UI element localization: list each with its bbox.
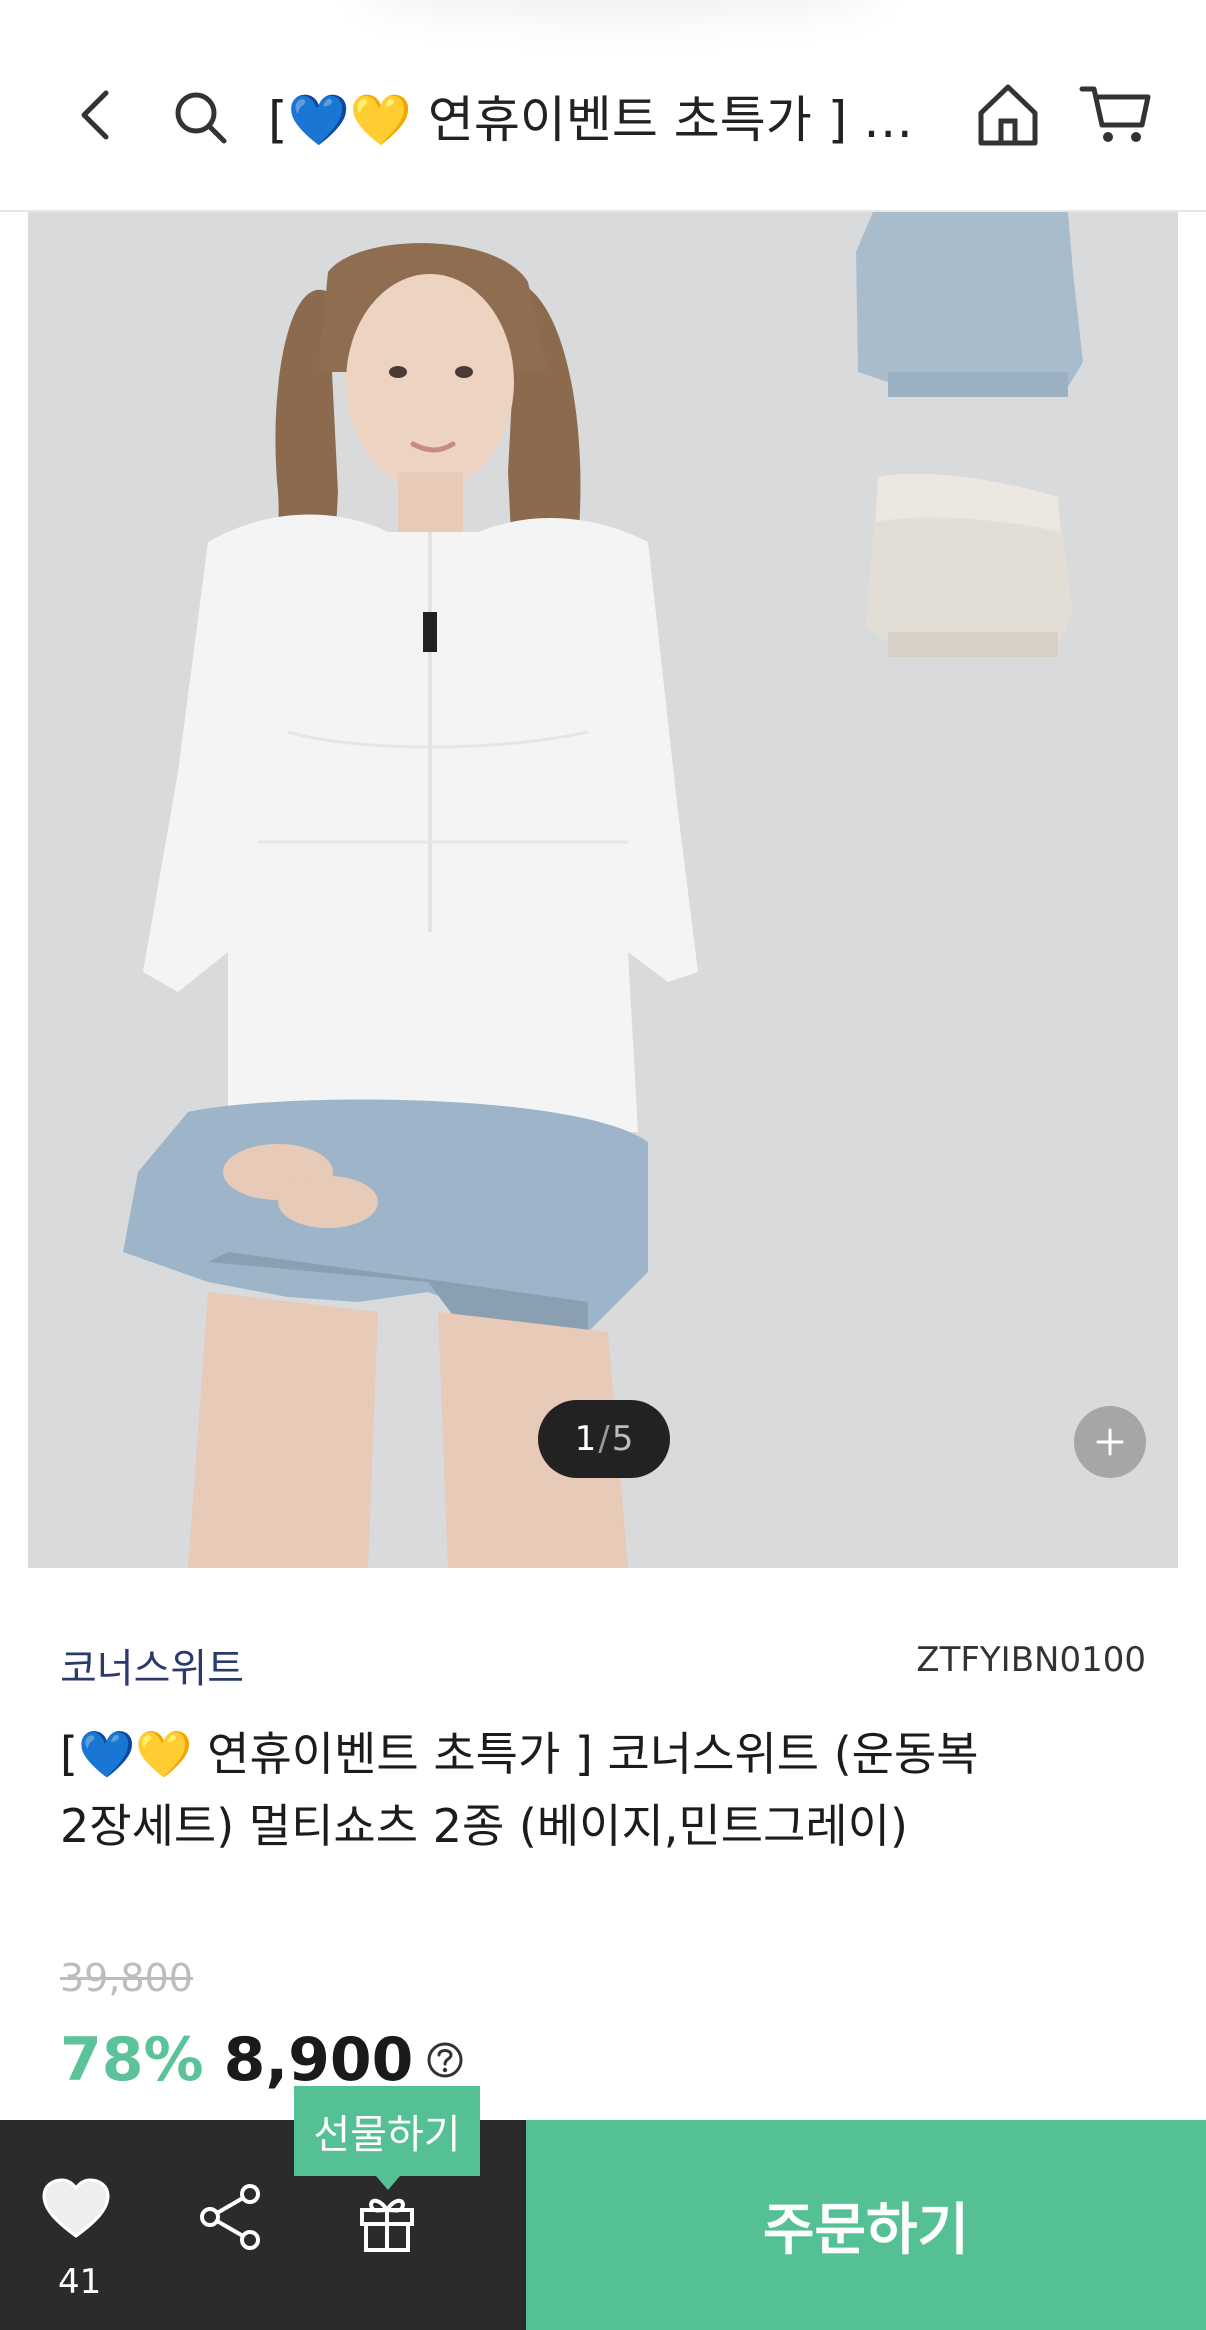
product-title-line-1: [💙💛 연휴이벤트 초특가 ] 코너스위트 (운동복: [60, 1727, 979, 1781]
share-button[interactable]: [194, 2180, 268, 2254]
brand-name[interactable]: 코너스위트: [60, 1636, 244, 1694]
cart-button[interactable]: [1075, 78, 1155, 150]
share-icon: [200, 2184, 260, 2250]
original-price: 39,800: [60, 1956, 193, 2000]
header-title: [💙💛 연휴이벤트 초특가 ] 코너스위트 (운동복 2장세트) 멀티쇼츠 2종…: [268, 91, 928, 149]
gift-tooltip: 선물하기: [294, 2086, 480, 2190]
sale-price: 8,900: [223, 2025, 414, 2095]
gift-icon: [360, 2198, 414, 2252]
discount-rate: 78%: [60, 2025, 204, 2095]
home-button[interactable]: [970, 76, 1046, 152]
cart-icon: [1079, 86, 1151, 142]
home-icon: [978, 84, 1038, 146]
image-counter-separator: /: [598, 1419, 610, 1459]
image-counter-total: 5: [611, 1419, 634, 1459]
help-icon[interactable]: [425, 2040, 465, 2080]
plus-icon: [1096, 1428, 1124, 1456]
back-button[interactable]: [60, 80, 130, 150]
product-title: [💙💛 연휴이벤트 초특가 ] 코너스위트 (운동복 2장세트) 멀티쇼츠 2종…: [60, 1718, 1060, 1862]
heart-icon: [42, 2178, 110, 2238]
product-title-line-2: 2장세트) 멀티쇼츠 2종 (베이지,민트그레이): [60, 1799, 908, 1853]
search-icon: [175, 92, 227, 144]
gift-button[interactable]: [350, 2184, 424, 2258]
image-counter-current: 1: [574, 1419, 597, 1459]
header-shadow: [360, 0, 880, 20]
product-image[interactable]: [28, 212, 1178, 1568]
top-navigation-bar: [💙💛 연휴이벤트 초특가 ] 코너스위트 (운동복 2장세트) 멀티쇼츠 2종…: [0, 0, 1206, 212]
like-count: 41: [58, 2262, 102, 2302]
back-arrow-icon: [81, 90, 109, 140]
product-code: ZTFYIBN0100: [916, 1640, 1146, 1680]
image-counter: 1 / 5: [538, 1400, 670, 1478]
search-button[interactable]: [165, 82, 235, 152]
product-detail-page: [💙💛 연휴이벤트 초특가 ] 코너스위트 (운동복 2장세트) 멀티쇼츠 2종…: [0, 0, 1206, 2330]
like-button[interactable]: [36, 2170, 116, 2250]
product-photo-illustration: [28, 212, 1178, 1568]
order-button[interactable]: 주문하기: [526, 2120, 1206, 2330]
image-zoom-button[interactable]: [1074, 1406, 1146, 1478]
